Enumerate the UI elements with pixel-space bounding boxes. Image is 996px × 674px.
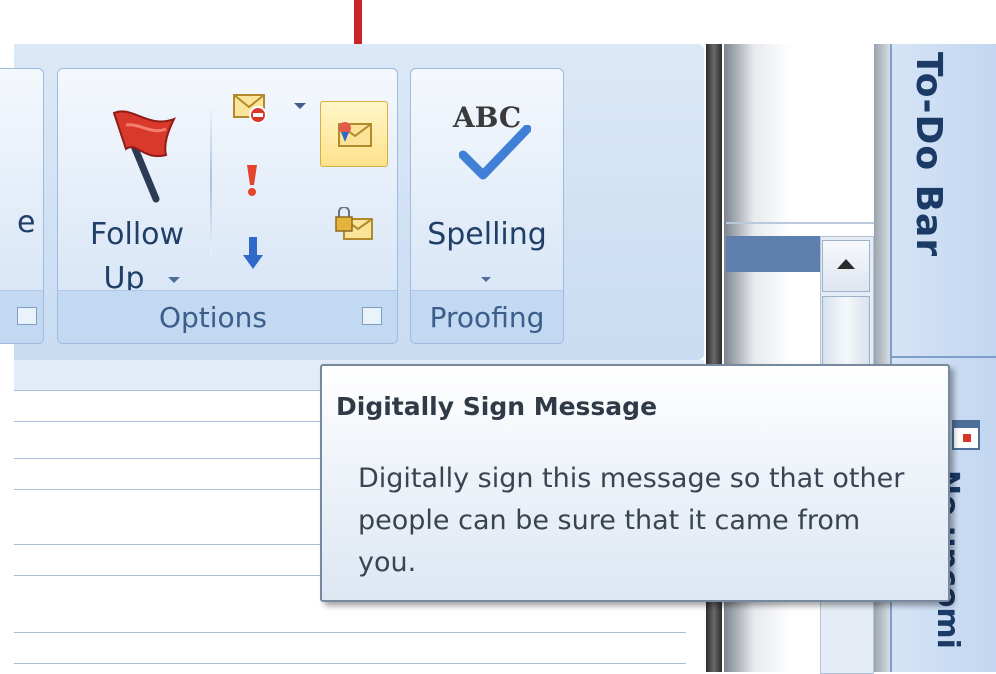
- follow-up-flag-icon: [112, 110, 177, 203]
- todo-bar-separator: [892, 356, 996, 358]
- high-importance-icon[interactable]: [244, 163, 260, 199]
- proofing-group-label: Proofing: [429, 301, 545, 334]
- scrollbar-thumb[interactable]: [822, 296, 870, 366]
- panel-divider: [726, 222, 876, 224]
- checkmark-icon: [459, 125, 531, 180]
- todo-bar-title[interactable]: To-Do Bar: [908, 52, 949, 257]
- chevron-down-icon: [294, 103, 306, 109]
- permission-icon: [233, 94, 267, 124]
- calendar-icon-mark: [963, 434, 971, 442]
- permission-button[interactable]: [230, 89, 310, 129]
- scroll-up-button[interactable]: [822, 240, 870, 292]
- proofing-group: ABC Spelling Proofing: [410, 68, 564, 344]
- calendar-icon: [952, 420, 980, 450]
- options-group-label-bar: Options: [58, 290, 397, 343]
- tooltip: Digitally Sign Message Digitally sign th…: [320, 364, 950, 602]
- blue-bar: [726, 236, 822, 272]
- options-group-label: Options: [158, 301, 268, 334]
- options-group: Follow Up Options: [57, 68, 398, 344]
- spelling-button[interactable]: ABC Spelling: [419, 83, 555, 293]
- proofing-group-label-bar: Proofing: [411, 290, 563, 343]
- digitally-sign-button[interactable]: [320, 101, 388, 167]
- chevron-down-icon: [168, 277, 180, 283]
- dialog-launcher-icon[interactable]: [17, 307, 37, 325]
- spelling-icon: ABC: [445, 93, 535, 183]
- dialog-launcher-icon[interactable]: [362, 307, 382, 325]
- follow-up-label-line1: Follow: [89, 217, 185, 252]
- spelling-label: Spelling: [427, 217, 547, 252]
- follow-up-button[interactable]: Follow Up: [72, 83, 202, 296]
- partial-group-label-bar: [0, 290, 43, 343]
- low-importance-icon[interactable]: [242, 235, 264, 271]
- chevron-down-icon: [481, 277, 491, 282]
- subject-field[interactable]: [14, 632, 686, 664]
- group-separator: [210, 109, 212, 255]
- partial-button-label[interactable]: e: [17, 205, 35, 240]
- partial-ribbon-group: e: [0, 68, 44, 344]
- tooltip-body: Digitally sign this message so that othe…: [358, 463, 905, 578]
- digitally-sign-icon: [338, 122, 372, 147]
- calendar-icon-header: [954, 422, 978, 428]
- encrypt-message-icon[interactable]: [334, 207, 374, 245]
- chevron-up-icon: [837, 259, 855, 269]
- tooltip-title: Digitally Sign Message: [336, 392, 658, 421]
